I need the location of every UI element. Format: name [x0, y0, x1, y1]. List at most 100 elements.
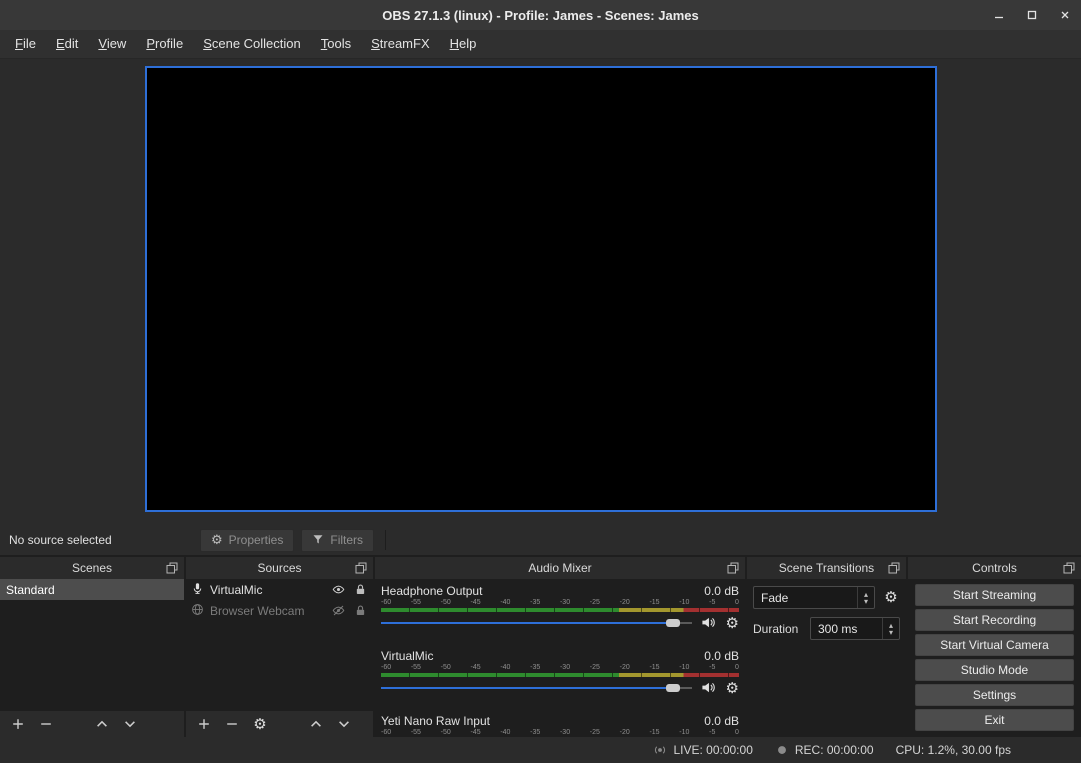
- menu-scene-collection[interactable]: Scene Collection: [193, 30, 311, 58]
- channel-name: Headphone Output: [381, 584, 482, 598]
- settings-button[interactable]: Settings: [915, 684, 1074, 706]
- chevron-down-icon: ▾: [864, 598, 868, 605]
- tick-label: -20: [620, 729, 630, 737]
- volume-slider-handle[interactable]: [666, 619, 680, 627]
- controls-body: Start Streaming Start Recording Start Vi…: [908, 579, 1081, 737]
- dock-area: Scenes Standard: [0, 555, 1081, 737]
- menu-file[interactable]: File: [5, 30, 46, 58]
- tick-label: -20: [620, 599, 630, 607]
- add-source-icon[interactable]: [196, 716, 212, 732]
- tick-label: -5: [709, 664, 715, 672]
- popout-icon[interactable]: [1063, 562, 1075, 574]
- popout-icon[interactable]: [888, 562, 900, 574]
- exit-button[interactable]: Exit: [915, 709, 1074, 731]
- maximize-icon[interactable]: [1026, 9, 1038, 21]
- tick-label: -40: [500, 664, 510, 672]
- tick-label: -60: [381, 729, 391, 737]
- audio-mixer-dock-header[interactable]: Audio Mixer: [375, 557, 745, 579]
- popout-icon[interactable]: [727, 562, 739, 574]
- tick-label: -25: [590, 664, 600, 672]
- close-icon[interactable]: [1059, 9, 1071, 21]
- properties-button[interactable]: ⚙ Properties: [200, 529, 294, 552]
- channel-settings-gear-icon[interactable]: ⚙: [726, 681, 739, 696]
- tick-label: -50: [441, 664, 451, 672]
- rec-dot-icon: [775, 743, 790, 758]
- visibility-eye-icon[interactable]: [330, 582, 346, 598]
- channel-name: VirtualMic: [381, 649, 433, 663]
- scenes-toolbar: [0, 711, 184, 737]
- source-item-browser-webcam[interactable]: Browser Webcam: [186, 600, 373, 621]
- tick-label: -10: [679, 599, 689, 607]
- start-recording-button[interactable]: Start Recording: [915, 609, 1074, 631]
- controls-dock-title: Controls: [972, 561, 1017, 575]
- spinbox-arrows[interactable]: ▴ ▾: [882, 618, 899, 639]
- source-label: VirtualMic: [210, 583, 262, 597]
- start-streaming-button[interactable]: Start Streaming: [915, 584, 1074, 606]
- mixer-channel: Headphone Output 0.0 dB -60-55-50-45-40-…: [381, 583, 739, 632]
- scenes-dock-header[interactable]: Scenes: [0, 557, 184, 579]
- move-source-down-icon[interactable]: [336, 716, 352, 732]
- tick-label: -40: [500, 729, 510, 737]
- studio-mode-button[interactable]: Studio Mode: [915, 659, 1074, 681]
- menu-tools[interactable]: Tools: [311, 30, 361, 58]
- source-properties-gear-icon[interactable]: ⚙: [252, 716, 268, 732]
- menu-view[interactable]: View: [88, 30, 136, 58]
- transition-select[interactable]: Fade ▴ ▾: [753, 586, 875, 609]
- tick-label: -30: [560, 729, 570, 737]
- tick-label: -50: [441, 729, 451, 737]
- menu-edit[interactable]: Edit: [46, 30, 88, 58]
- volume-slider-handle[interactable]: [666, 684, 680, 692]
- main-area: [0, 59, 1081, 525]
- sources-dock-header[interactable]: Sources: [186, 557, 373, 579]
- scene-transitions-dock-title: Scene Transitions: [779, 561, 874, 575]
- visibility-eye-slash-icon[interactable]: [330, 603, 346, 619]
- tick-label: -55: [411, 729, 421, 737]
- chevron-down-icon: ▾: [889, 629, 893, 636]
- menu-help[interactable]: Help: [440, 30, 487, 58]
- scene-item-standard[interactable]: Standard: [0, 579, 184, 600]
- add-scene-icon[interactable]: [10, 716, 26, 732]
- tick-label: -15: [649, 664, 659, 672]
- volume-slider[interactable]: [381, 616, 692, 630]
- filters-button[interactable]: Filters: [301, 529, 374, 552]
- popout-icon[interactable]: [355, 562, 367, 574]
- tick-label: -25: [590, 729, 600, 737]
- lock-icon[interactable]: [352, 603, 368, 619]
- menu-profile[interactable]: Profile: [136, 30, 193, 58]
- duration-spinbox[interactable]: 300 ms ▴ ▾: [810, 617, 900, 640]
- minimize-icon[interactable]: [993, 9, 1005, 21]
- source-item-virtualmic[interactable]: VirtualMic: [186, 579, 373, 600]
- remove-scene-icon[interactable]: [38, 716, 54, 732]
- audio-mixer-body: Headphone Output 0.0 dB -60-55-50-45-40-…: [375, 579, 745, 737]
- menu-streamfx[interactable]: StreamFX: [361, 30, 440, 58]
- start-virtual-camera-button[interactable]: Start Virtual Camera: [915, 634, 1074, 656]
- popout-icon[interactable]: [166, 562, 178, 574]
- scenes-dock: Scenes Standard: [0, 557, 184, 737]
- meter-scale: -60-55-50-45-40-35-30-25-20-15-10-50: [381, 664, 739, 672]
- controls-dock-header[interactable]: Controls: [908, 557, 1081, 579]
- move-scene-up-icon[interactable]: [94, 716, 110, 732]
- sources-list: VirtualMic Browser Webcam: [186, 579, 373, 711]
- channel-settings-gear-icon[interactable]: ⚙: [726, 616, 739, 631]
- duration-value: 300 ms: [818, 622, 857, 636]
- tick-label: -55: [411, 599, 421, 607]
- remove-source-icon[interactable]: [224, 716, 240, 732]
- tick-label: -15: [649, 599, 659, 607]
- scene-transitions-dock-header[interactable]: Scene Transitions: [747, 557, 906, 579]
- tick-label: 0: [735, 729, 739, 737]
- tick-label: -5: [709, 599, 715, 607]
- globe-icon: [191, 603, 204, 619]
- move-scene-down-icon[interactable]: [122, 716, 138, 732]
- speaker-mute-icon[interactable]: [701, 615, 717, 631]
- transition-properties-gear-icon[interactable]: ⚙: [882, 590, 900, 605]
- selected-source-status: No source selected: [0, 533, 200, 547]
- select-arrows[interactable]: ▴ ▾: [857, 587, 874, 608]
- preview-canvas[interactable]: [145, 66, 937, 512]
- lock-icon[interactable]: [352, 582, 368, 598]
- transition-selected-value: Fade: [761, 591, 788, 605]
- speaker-mute-icon[interactable]: [701, 680, 717, 696]
- window-controls: [993, 0, 1071, 30]
- volume-slider[interactable]: [381, 681, 692, 695]
- channel-volume-db: 0.0 dB: [704, 649, 739, 663]
- move-source-up-icon[interactable]: [308, 716, 324, 732]
